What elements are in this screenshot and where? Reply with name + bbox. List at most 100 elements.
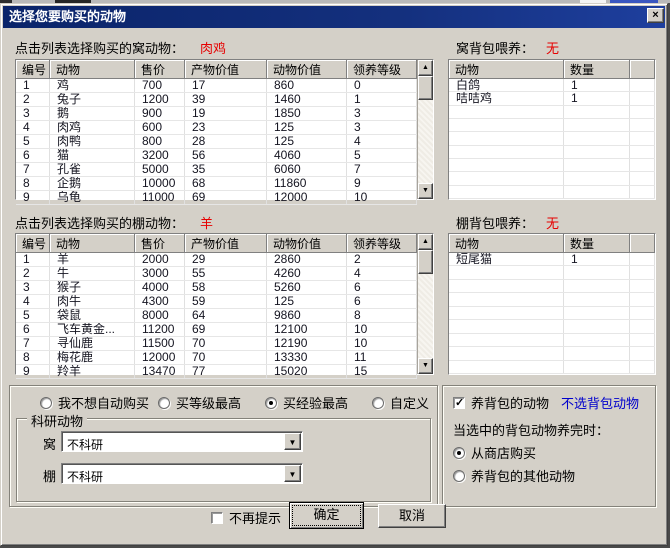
column-header[interactable]: 动物价值 (267, 234, 347, 253)
table-row[interactable]: 短尾猫 1 (449, 253, 655, 267)
coop-bag-label: 窝背包喂养： (456, 41, 535, 56)
table-row[interactable]: 8 企鹅 10000 68 11860 9 (16, 177, 417, 191)
chevron-down-icon[interactable]: ▼ (284, 465, 301, 482)
coop-selected-animal: 肉鸡 (200, 41, 227, 56)
scroll-down-icon[interactable]: ▼ (418, 183, 433, 199)
cell (449, 360, 564, 373)
column-header[interactable]: 动物 (449, 234, 564, 253)
cell: 125 (267, 295, 347, 308)
table-row[interactable]: 7 寻仙鹿 11500 70 12190 10 (16, 337, 417, 351)
cell (630, 185, 655, 198)
table-row[interactable]: 5 袋鼠 8000 64 9860 8 (16, 309, 417, 323)
cell (564, 333, 630, 347)
cell: 3000 (135, 267, 185, 280)
column-header[interactable]: 动物价值 (267, 60, 347, 79)
cell (630, 266, 655, 279)
bag-options-panel: ✓ 养背包的动物 不选背包动物 当选中的背包动物养完时： 从商店购买 养背包的其他动… (442, 385, 656, 507)
cell: 69 (185, 323, 267, 336)
deselect-bag-animal-link[interactable]: 不选背包动物 (561, 393, 639, 412)
shed-section-label-row: 点击列表选择购买的棚动物： 羊 (15, 213, 213, 232)
chevron-down-icon[interactable]: ▼ (284, 433, 301, 450)
column-header[interactable]: 编号 (16, 234, 50, 253)
column-header[interactable]: 领养等级 (347, 234, 417, 253)
cell: 寻仙鹿 (50, 337, 135, 350)
cell: 15020 (267, 365, 347, 378)
research-groupbox: 科研动物 窝 不科研 ▼ 棚 不科研 ▼ (16, 411, 431, 502)
coop-research-select[interactable]: 不科研 ▼ (61, 431, 303, 452)
radio-icon (372, 396, 384, 409)
radio-buy-highest-exp[interactable]: 买经验最高 (265, 393, 348, 412)
no-prompt-checkbox[interactable] (211, 511, 223, 524)
scroll-up-icon[interactable]: ▲ (418, 234, 433, 250)
table-row[interactable]: 1 鸡 700 17 860 0 (16, 79, 417, 93)
column-header[interactable] (630, 234, 655, 253)
column-header[interactable]: 售价 (135, 60, 185, 79)
radio-label: 从商店购买 (471, 446, 537, 461)
cell (564, 360, 630, 373)
cell: 11860 (267, 177, 347, 190)
cell: 羊 (50, 253, 135, 266)
table-row[interactable]: 2 兔子 1200 39 1460 1 (16, 93, 417, 107)
table-row[interactable]: 4 肉鸡 600 23 125 3 (16, 121, 417, 135)
scroll-up-icon[interactable]: ▲ (418, 60, 433, 76)
vertical-scrollbar[interactable]: ▲ ▼ (417, 234, 433, 374)
radio-feed-other-bag-animals[interactable]: 养背包的其他动物 (453, 466, 575, 485)
column-header[interactable]: 产物价值 (185, 60, 267, 79)
cell (630, 145, 655, 158)
column-header[interactable]: 编号 (16, 60, 50, 79)
table-row[interactable]: 6 猫 3200 56 4060 5 (16, 149, 417, 163)
cell: 9860 (267, 309, 347, 322)
cell (449, 347, 564, 360)
column-header[interactable] (630, 60, 655, 79)
scroll-down-icon[interactable]: ▼ (418, 358, 433, 374)
column-header[interactable]: 数量 (564, 60, 630, 79)
radio-custom[interactable]: 自定义 (372, 393, 429, 412)
title-bar[interactable]: 选择您要购买的动物 (3, 6, 665, 28)
radio-no-auto-buy[interactable]: 我不想自动购买 (40, 393, 149, 412)
feed-bag-animals-option[interactable]: ✓ 养背包的动物 不选背包动物 (453, 393, 639, 412)
table-row[interactable]: 4 肉牛 4300 59 125 6 (16, 295, 417, 309)
cell (449, 279, 564, 293)
scrollbar-track[interactable] (418, 100, 433, 183)
close-button[interactable]: × (647, 8, 664, 23)
cell: 12000 (135, 351, 185, 364)
column-header[interactable]: 动物 (50, 60, 135, 79)
table-row[interactable]: 3 猴子 4000 58 5260 6 (16, 281, 417, 295)
shed-bag-table: 动物 数量 短尾猫 1 (448, 233, 656, 375)
scrollbar-track[interactable] (418, 274, 433, 358)
column-header[interactable]: 领养等级 (347, 60, 417, 79)
column-header[interactable]: 产物价值 (185, 234, 267, 253)
scrollbar-thumb[interactable] (418, 250, 433, 274)
column-header[interactable]: 动物 (449, 60, 564, 79)
table-row[interactable]: 白鸽 1 (449, 79, 655, 93)
cell (630, 320, 655, 333)
cell (449, 105, 564, 118)
vertical-scrollbar[interactable]: ▲ ▼ (417, 60, 433, 199)
table-row[interactable]: 5 肉鸭 800 28 125 4 (16, 135, 417, 149)
column-header[interactable]: 售价 (135, 234, 185, 253)
table-row[interactable]: 6 飞车黄金... 11200 69 12100 10 (16, 323, 417, 337)
table-row[interactable]: 7 孔雀 5000 35 6060 7 (16, 163, 417, 177)
table-row[interactable]: 1 羊 2000 29 2860 2 (16, 253, 417, 267)
table-row[interactable]: 9 乌龟 11000 69 12000 10 (16, 191, 417, 205)
column-header[interactable]: 数量 (564, 234, 630, 253)
no-prompt-option[interactable]: 不再提示 (211, 508, 281, 527)
column-header[interactable]: 动物 (50, 234, 135, 253)
scrollbar-thumb[interactable] (418, 76, 433, 100)
cell: 23 (185, 121, 267, 134)
cell: 56 (185, 149, 267, 162)
table-row[interactable]: 8 梅花鹿 12000 70 13330 11 (16, 351, 417, 365)
cancel-button[interactable]: 取消 (378, 504, 446, 528)
radio-buy-highest-level[interactable]: 买等级最高 (158, 393, 241, 412)
cell: 2 (347, 253, 417, 266)
table-row[interactable]: 2 牛 3000 55 4260 4 (16, 267, 417, 281)
bag-done-question: 当选中的背包动物养完时： (453, 423, 610, 438)
radio-buy-from-shop[interactable]: 从商店购买 (453, 443, 536, 462)
shed-research-select[interactable]: 不科研 ▼ (61, 463, 303, 484)
table-row[interactable]: 咭咭鸡 1 (449, 92, 655, 106)
table-row[interactable]: 3 鹅 900 19 1850 3 (16, 107, 417, 121)
ok-button[interactable]: 确定 (289, 502, 364, 529)
table-row[interactable]: 9 羚羊 13470 77 15020 15 (16, 365, 417, 379)
cell: 6 (347, 295, 417, 308)
cell: 4260 (267, 267, 347, 280)
